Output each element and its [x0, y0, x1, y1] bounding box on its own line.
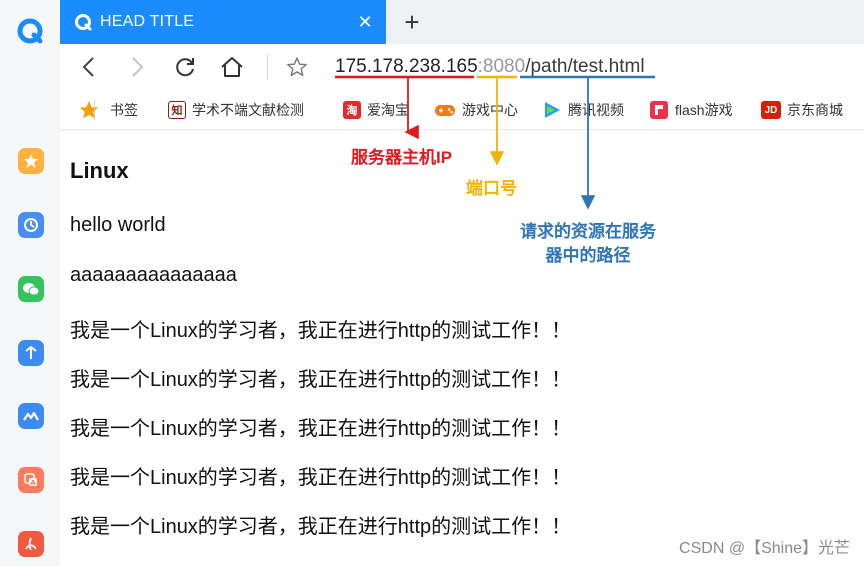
watermark: CSDN @【Shine】光芒	[679, 540, 850, 557]
side-rail: A	[0, 0, 60, 566]
translate-icon[interactable]: A	[18, 467, 44, 493]
tab-favicon-icon	[75, 14, 92, 31]
url-path: /path/test.html	[525, 56, 645, 77]
bookmark-label: 腾讯视频	[568, 102, 624, 118]
url-port: 8080	[482, 56, 526, 77]
zhi-icon: 知	[168, 101, 186, 119]
paragraph-learner: 我是一个Linux的学习者，我正在进行http的测试工作！！	[70, 516, 572, 538]
play-icon	[545, 102, 560, 118]
annotation-ip-label: 服务器主机IP	[351, 148, 453, 167]
bookmark-star-button[interactable]	[282, 52, 312, 82]
back-button[interactable]	[74, 52, 104, 82]
forward-arrow-icon	[132, 57, 144, 77]
bookmarks-divider	[94, 100, 95, 120]
pdf-icon[interactable]	[18, 531, 44, 557]
toolbar-divider	[267, 54, 268, 80]
bookmark-item-flash-games[interactable]: flash游戏	[649, 99, 733, 121]
paragraph-learner: 我是一个Linux的学习者，我正在进行http的测试工作！！	[70, 467, 572, 489]
cloud-icon[interactable]	[18, 403, 44, 429]
paragraph-learner: 我是一个Linux的学习者，我正在进行http的测试工作！！	[70, 369, 572, 391]
tab-strip: HEAD TITLE ✕ +	[60, 0, 864, 44]
reload-button[interactable]	[170, 52, 200, 82]
browser-window: A HEAD TITLE ✕ + 175.178.238.165:8080/pa…	[0, 0, 864, 566]
favorites-icon[interactable]	[18, 148, 44, 174]
annotation-path-line1: 请求的资源在服务	[520, 222, 656, 241]
bookmark-label: 爱淘宝	[367, 102, 409, 118]
bookmark-label: 学术不端文献检测	[192, 102, 304, 118]
bookmark-item-games[interactable]: 游戏中心	[434, 99, 518, 121]
back-arrow-icon	[82, 57, 94, 77]
bookmark-label: 京东商城	[787, 102, 843, 118]
wechat-icon[interactable]	[18, 276, 44, 302]
nav-toolbar: 175.178.238.165:8080/path/test.html	[60, 44, 864, 90]
bookmark-label: 书签	[110, 102, 138, 118]
page-heading: Linux	[70, 158, 129, 183]
home-icon	[221, 57, 243, 77]
paragraph-learner: 我是一个Linux的学习者，我正在进行http的测试工作！！	[70, 418, 572, 440]
annotation-port-label: 端口号	[466, 179, 517, 198]
forward-button[interactable]	[122, 52, 152, 82]
tab-title: HEAD TITLE	[100, 13, 195, 30]
transfer-icon[interactable]	[18, 340, 44, 366]
address-bar[interactable]: 175.178.238.165:8080/path/test.html	[335, 53, 645, 81]
paragraph-aaa: aaaaaaaaaaaaaaa	[70, 264, 237, 286]
flash-game-icon	[650, 101, 668, 119]
annotation-path-label: 请求的资源在服务 器中的路径	[508, 220, 668, 268]
home-button[interactable]	[217, 52, 247, 82]
star-icon	[79, 101, 99, 119]
svg-text:A: A	[30, 479, 36, 487]
tab-close-icon[interactable]: ✕	[350, 7, 380, 37]
history-icon[interactable]	[18, 212, 44, 238]
bookmark-item-tencent-video[interactable]: 腾讯视频	[542, 99, 624, 121]
jd-icon: JD	[761, 101, 781, 119]
bookmark-item-taobao[interactable]: 淘 爱淘宝	[343, 99, 409, 121]
new-tab-button[interactable]: +	[398, 7, 426, 37]
bookmarks-bar: 书签 知 学术不端文献检测 淘 爱淘宝 游戏中心 腾讯视频 flash游戏 JD…	[60, 90, 864, 130]
url-host: 175.178.238.165	[335, 56, 478, 77]
paragraph-learner: 我是一个Linux的学习者，我正在进行http的测试工作！！	[70, 320, 572, 342]
bookmark-item-jd[interactable]: JD 京东商城	[761, 99, 843, 121]
bookmark-item-academic[interactable]: 知 学术不端文献检测	[168, 99, 304, 121]
gamepad-icon	[435, 105, 455, 116]
bookmark-label: 游戏中心	[462, 102, 518, 118]
annotation-path-line2: 器中的路径	[545, 246, 631, 265]
taobao-icon: 淘	[343, 101, 361, 119]
paragraph-hello: hello world	[70, 214, 166, 236]
reload-icon	[176, 58, 194, 77]
star-outline-icon	[287, 57, 307, 77]
bookmark-item-bookmarks[interactable]: 书签	[78, 99, 138, 121]
bookmark-label: flash游戏	[675, 102, 733, 118]
tab-active[interactable]: HEAD TITLE ✕	[60, 0, 386, 44]
browser-logo-icon[interactable]	[17, 18, 43, 44]
